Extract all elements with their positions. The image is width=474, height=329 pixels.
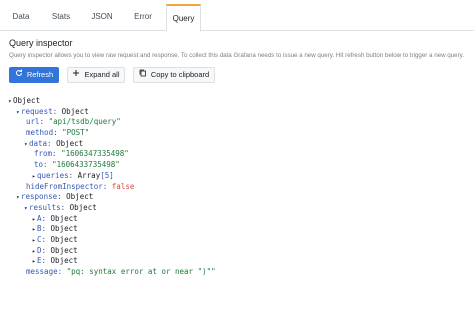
tree-row-result-e[interactable]: ▸E: Object xyxy=(8,256,216,267)
tab-query[interactable]: Query xyxy=(166,4,201,32)
tree-row-method: method: "POST" xyxy=(26,128,90,138)
copy-icon xyxy=(139,67,147,83)
tab-stats[interactable]: Stats xyxy=(44,4,78,31)
tree-row-url: url: "api/tsdb/query" xyxy=(26,117,121,127)
tree-row-results[interactable]: ▾results: Object xyxy=(8,203,216,214)
tree-row-root[interactable]: ▾Object xyxy=(8,96,216,107)
tree-row-from: from: "1606347335498" xyxy=(34,149,129,159)
tab-json[interactable]: JSON xyxy=(86,4,118,31)
tree-row-data[interactable]: ▾data: Object xyxy=(8,139,216,150)
tree-row-result-a[interactable]: ▸A: Object xyxy=(8,214,216,225)
tree-row-request[interactable]: ▾request: Object xyxy=(8,107,216,118)
tree-row-hide-from-inspector: hideFromInspector: false xyxy=(26,181,135,191)
refresh-label: Refresh xyxy=(26,70,54,79)
tree-row-to: to: "1606433735498" xyxy=(34,160,120,170)
expand-all-label: Expand all xyxy=(84,70,120,79)
page-title: Query inspector xyxy=(9,38,73,48)
tree-row-response[interactable]: ▾response: Object xyxy=(8,192,216,203)
refresh-icon xyxy=(15,67,23,83)
refresh-button[interactable]: Refresh xyxy=(9,67,59,83)
tree-row-queries[interactable]: ▸queries: Array[5] xyxy=(8,171,216,182)
tree-row-result-b[interactable]: ▸B: Object xyxy=(8,224,216,235)
plus-icon xyxy=(72,67,80,83)
tree-row-result-c[interactable]: ▸C: Object xyxy=(8,235,216,246)
tree-row-message: message: "pq: syntax error at or near ")… xyxy=(26,267,216,276)
expand-all-button[interactable]: Expand all xyxy=(67,67,125,83)
copy-label: Copy to clipboard xyxy=(150,70,210,79)
tree-row-result-d[interactable]: ▸D: Object xyxy=(8,246,216,257)
tab-error[interactable]: Error xyxy=(127,4,159,31)
copy-to-clipboard-button[interactable]: Copy to clipboard xyxy=(133,67,215,83)
page-description: Query inspector allows you to view raw r… xyxy=(9,52,465,59)
inspector-tabs: Data Stats JSON Error Query xyxy=(0,0,474,32)
json-tree: ▾Object ▾request: Object url: "api/tsdb/… xyxy=(8,96,216,278)
tab-data[interactable]: Data xyxy=(6,4,36,31)
